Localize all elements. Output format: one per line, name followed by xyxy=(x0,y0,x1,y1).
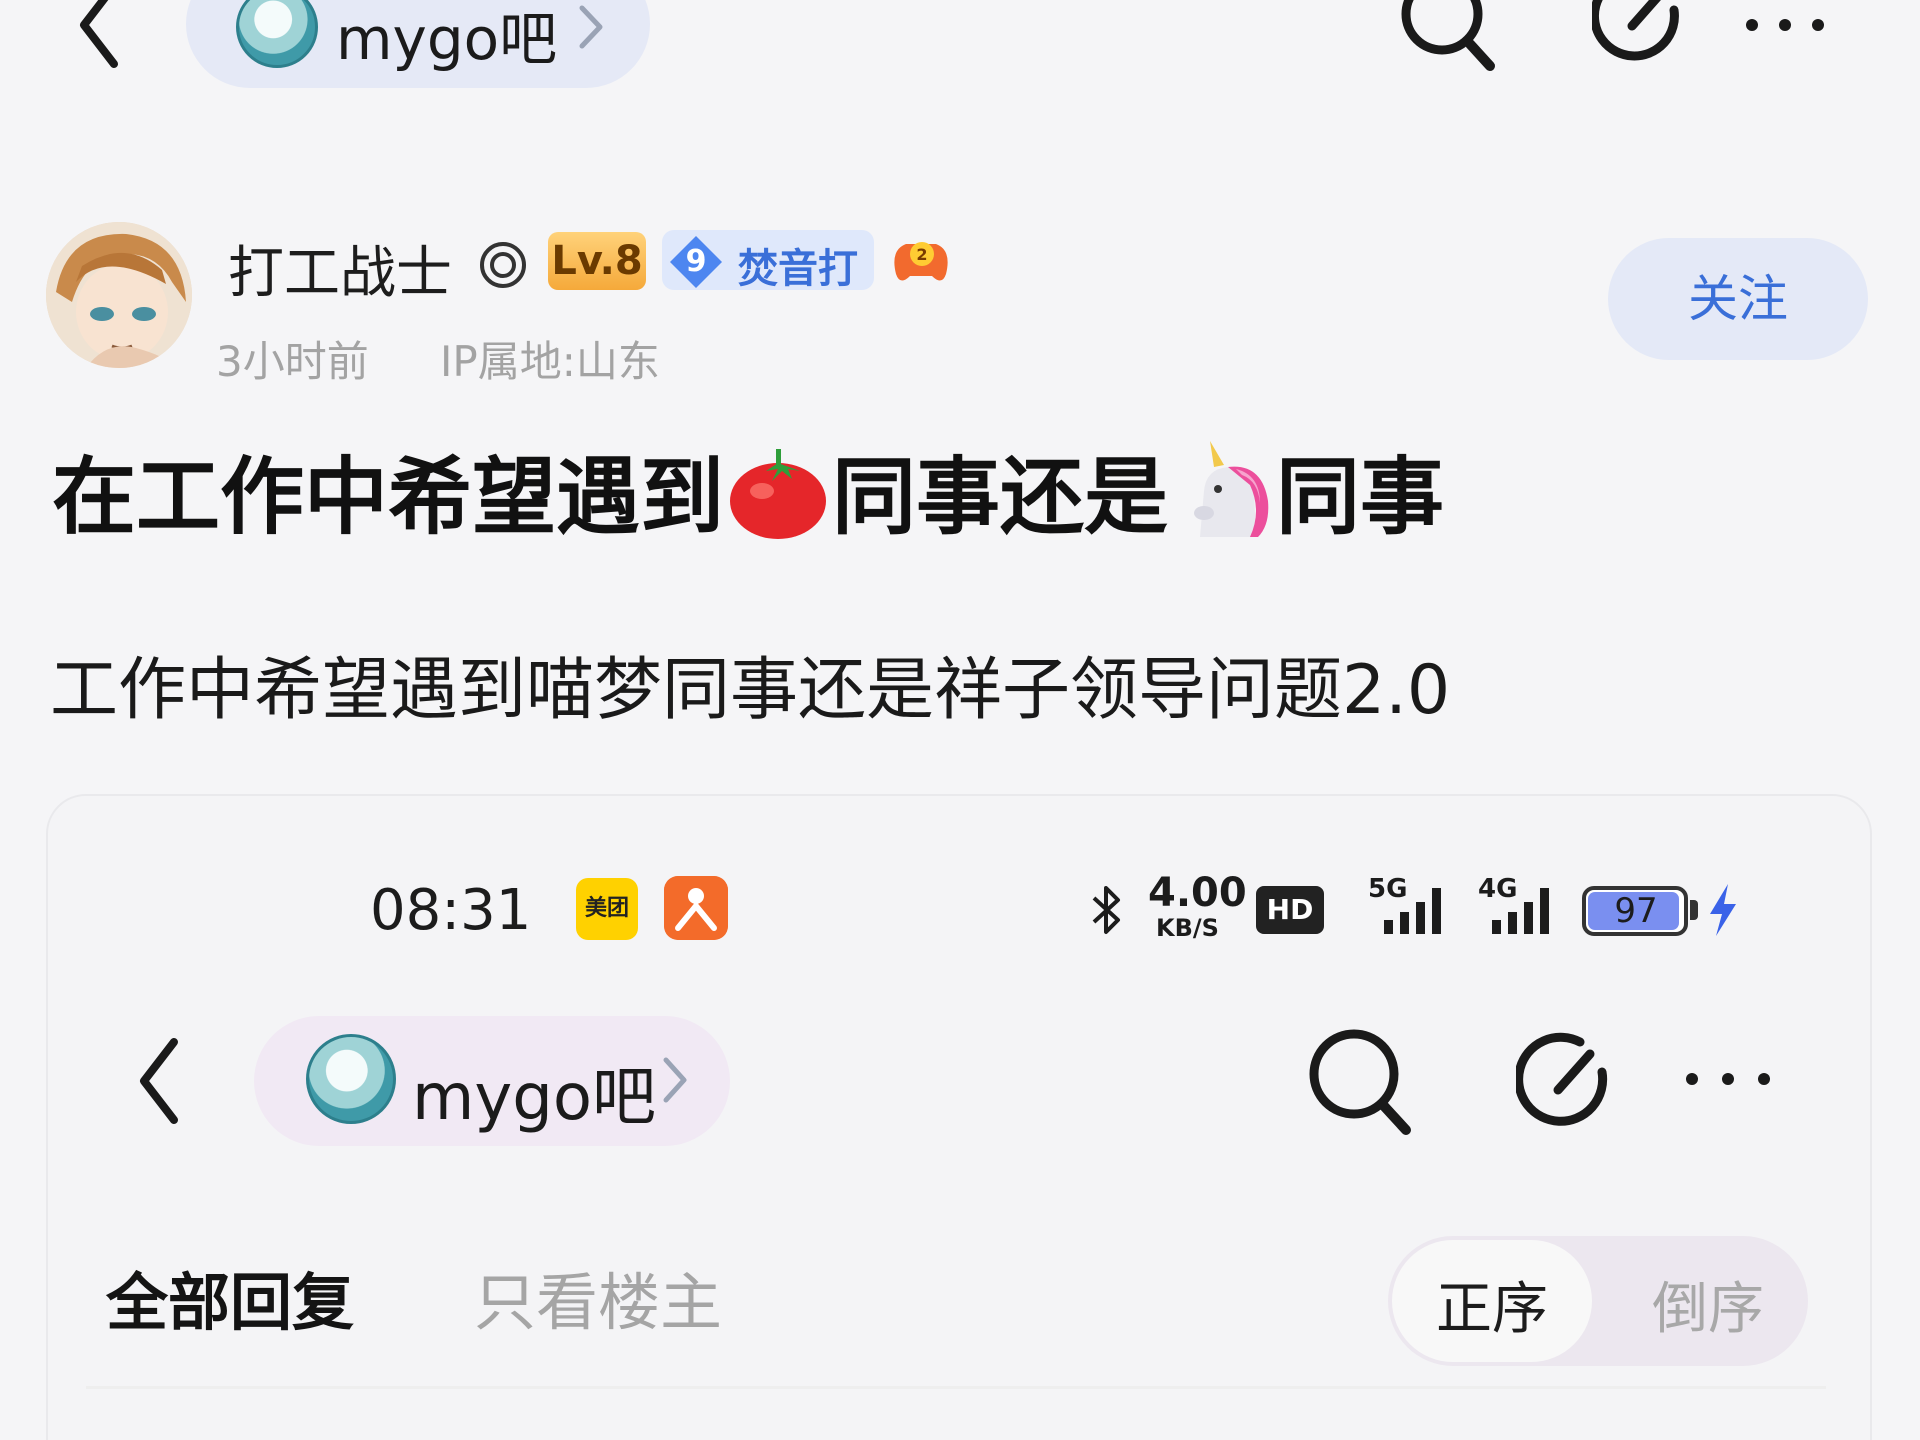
screenshot-forum-name: mygo吧 xyxy=(412,1061,656,1135)
post-ip-location: IP属地:山东 xyxy=(440,337,660,386)
charging-bolt-icon xyxy=(1710,884,1736,936)
signal-5g-label: 5G xyxy=(1368,874,1408,904)
battery-level: 97 xyxy=(1614,891,1658,931)
screenshot-compose-icon xyxy=(1516,1032,1608,1126)
post-time: 3小时前 xyxy=(216,337,369,386)
status-time: 08:31 xyxy=(370,878,532,943)
tomato-icon xyxy=(730,448,827,539)
svg-text:2: 2 xyxy=(916,245,927,264)
search-icon[interactable] xyxy=(1398,0,1498,74)
network-speed-unit: KB/S xyxy=(1156,914,1219,942)
post-title-part-2: 同事还是 xyxy=(832,448,1169,546)
fan-level: 9 xyxy=(685,244,707,279)
meituan-app-icon: 美团 xyxy=(576,878,638,940)
sort-ascending: 正序 xyxy=(1436,1277,1548,1342)
post-body-text: 工作中希望遇到喵梦同事还是祥子领导问题2.0 xyxy=(50,651,1451,730)
gamepad-badge-icon: 2 xyxy=(894,242,948,281)
author-avatar[interactable] xyxy=(46,222,192,368)
follow-button[interactable]: 关注 xyxy=(1608,238,1868,360)
sort-descending: 倒序 xyxy=(1652,1277,1764,1342)
screenshot-forum-avatar xyxy=(306,1034,396,1124)
notification-app-icon xyxy=(664,876,728,940)
compose-icon[interactable] xyxy=(1592,0,1682,66)
bluetooth-icon xyxy=(1092,886,1120,934)
chevron-right-icon xyxy=(579,5,603,49)
screenshot-more-icon xyxy=(1686,1073,1770,1085)
more-icon[interactable] xyxy=(1740,10,1830,40)
battery-cap xyxy=(1690,900,1698,920)
tab-op-only: 只看楼主 xyxy=(474,1266,723,1339)
screenshot-chevron-right-icon xyxy=(663,1057,687,1103)
back-arrow-icon[interactable] xyxy=(70,0,130,70)
author-name[interactable]: 打工战士 xyxy=(228,228,452,309)
network-speed-value: 4.00 xyxy=(1148,870,1247,916)
forum-name[interactable]: mygo吧 xyxy=(336,0,557,76)
post-title: 在工作中希望遇到 同事还是 同事 xyxy=(52,430,1444,551)
target-badge-icon xyxy=(480,242,526,288)
hd-voice-icon: HD xyxy=(1256,886,1324,934)
screenshot-search-icon xyxy=(1309,1029,1411,1135)
unicorn-icon xyxy=(1194,440,1269,537)
divider xyxy=(86,1386,1826,1389)
fan-label: 焚音打 xyxy=(738,246,858,292)
level-badge: Lv.8 xyxy=(548,232,646,290)
post-title-part-3: 同事 xyxy=(1276,448,1445,546)
signal-4g-label: 4G xyxy=(1478,874,1518,904)
screenshot-back-arrow-icon xyxy=(140,1038,178,1124)
post-title-part-1: 在工作中希望遇到 xyxy=(52,448,725,546)
tab-all-replies: 全部回复 xyxy=(106,1266,355,1339)
